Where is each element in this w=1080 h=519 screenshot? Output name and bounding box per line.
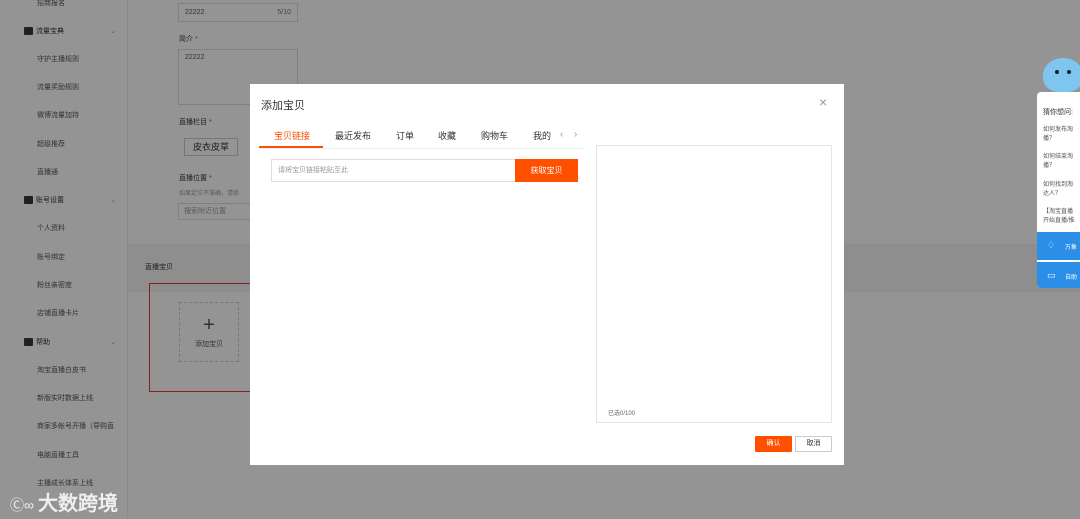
help-heading: 猜你想问: (1043, 109, 1073, 116)
help-panel: 猜你想问: 如何发布淘 播？ 如何结束淘 播？ 如何找到淘 达人？ 【淘宝直播 … (1037, 92, 1080, 288)
watermark-text: 大数跨境 (37, 493, 118, 515)
tabs-divider (259, 148, 584, 149)
tab-cart[interactable]: 购物车 (481, 129, 508, 142)
help-action-button[interactable]: ▭ 自助 (1037, 262, 1080, 288)
watermark-logo-icon: Ⓒ∞ (10, 497, 34, 513)
help-mascot-icon[interactable] (1043, 58, 1080, 92)
tab-favorites[interactable]: 收藏 (438, 129, 456, 142)
add-product-modal: 添加宝贝 × 宝贝链接 最近发布 订单 收藏 购物车 我的 ‹ › 请将宝贝链接… (250, 84, 844, 465)
tabs-next-icon[interactable]: › (574, 129, 577, 140)
product-link-input[interactable]: 请将宝贝链接粘贴至此 (271, 159, 516, 182)
active-tab-indicator (259, 146, 323, 148)
tabs-prev-icon[interactable]: ‹ (560, 129, 563, 140)
help-question[interactable]: 如何找到淘 达人？ (1043, 181, 1080, 199)
help-question[interactable]: 如何发布淘 播？ (1043, 126, 1080, 144)
help-question[interactable]: 【淘宝直播 开始直播/推 (1043, 208, 1080, 226)
close-icon[interactable]: × (819, 94, 827, 110)
mascot-eye (1055, 70, 1059, 74)
bell-icon: ♢ (1047, 240, 1056, 250)
mascot-eye (1067, 70, 1071, 74)
confirm-button[interactable]: 确认 (755, 436, 792, 452)
watermark: Ⓒ∞ 大数跨境 (10, 487, 118, 516)
tab-mine[interactable]: 我的 (533, 129, 551, 142)
help-action-button[interactable]: ♢ 万象 (1037, 232, 1080, 260)
cancel-button[interactable]: 取消 (795, 436, 832, 452)
modal-title: 添加宝贝 (261, 100, 305, 112)
selected-products-panel (596, 145, 832, 423)
tab-item-link[interactable]: 宝贝链接 (274, 129, 310, 142)
fetch-product-button[interactable]: 获取宝贝 (515, 159, 578, 182)
tab-recent[interactable]: 最近发布 (335, 129, 371, 142)
chat-icon: ▭ (1047, 270, 1056, 280)
selected-count: 已选0/100 (608, 411, 636, 417)
tab-orders[interactable]: 订单 (396, 129, 414, 142)
help-question[interactable]: 如何结束淘 播？ (1043, 153, 1080, 171)
